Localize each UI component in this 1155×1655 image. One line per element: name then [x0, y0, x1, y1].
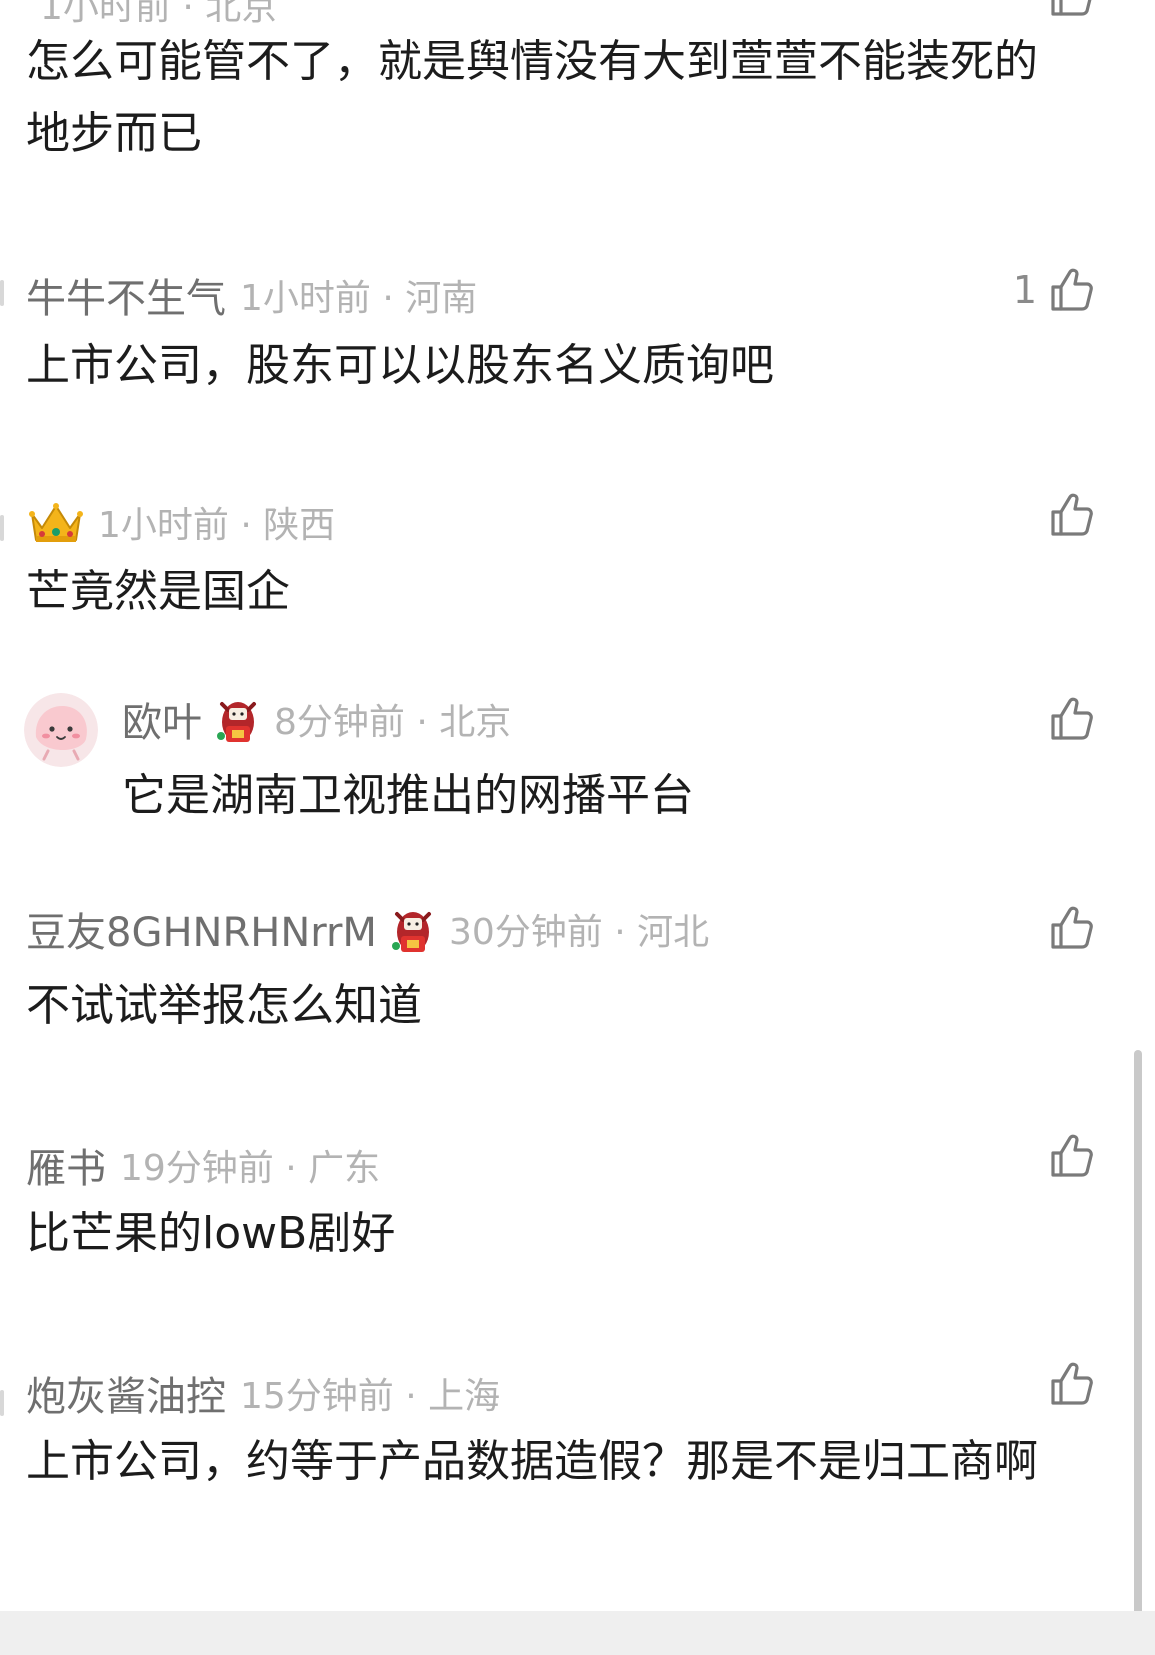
separator: ·	[285, 1148, 297, 1189]
comment-meta: 1小时前 · 陕西	[28, 496, 335, 548]
comment-text: 上市公司，股东可以以股东名义质询吧	[26, 340, 774, 391]
scrollbar[interactable]	[1134, 1050, 1142, 1655]
separator: ·	[382, 278, 394, 319]
comment-text: 芒竟然是国企	[26, 566, 290, 617]
comment-meta: 牛牛不生气 1小时前 · 河南	[26, 266, 477, 324]
separator: ·	[405, 1376, 417, 1417]
location: 北京	[439, 702, 512, 743]
separator: ·	[182, 0, 194, 28]
thumbs-up-icon	[1047, 1131, 1097, 1181]
thumbs-up-icon	[1047, 0, 1097, 20]
like-button[interactable]	[1037, 1131, 1097, 1181]
location: 北京	[205, 0, 278, 28]
bull-badge-icon	[391, 912, 431, 952]
username[interactable]: 豆友8GHNRHNrrM	[26, 900, 377, 958]
like-button[interactable]	[1037, 903, 1097, 953]
like-button[interactable]	[1037, 1359, 1097, 1409]
comment-meta: 欧叶 8分钟前 · 北京	[122, 690, 511, 748]
time-location: 1小时前 · 陕西	[98, 496, 335, 548]
location: 广东	[308, 1148, 381, 1189]
like-button[interactable]	[1037, 694, 1097, 744]
comment-text: 上市公司，约等于产品数据造假？那是不是归工商啊	[26, 1436, 1038, 1487]
time: 1小时前	[40, 0, 171, 28]
time: 8分钟前	[274, 702, 405, 743]
time: 30分钟前	[448, 912, 603, 953]
comment-text: 怎么可能管不了，就是舆情没有大到萱萱不能装死的地步而已	[26, 36, 1038, 159]
like-button[interactable]	[1037, 490, 1097, 540]
username[interactable]: 炮灰酱油控	[26, 1364, 226, 1422]
like-button[interactable]	[1037, 0, 1097, 20]
comment-meta: 炮灰酱油控 15分钟前 · 上海	[26, 1364, 500, 1422]
time-location: 8分钟前 · 北京	[274, 693, 511, 745]
like-button[interactable]: 1	[1013, 265, 1097, 315]
location: 上海	[428, 1376, 501, 1417]
location: 河南	[405, 278, 478, 319]
thumbs-up-icon	[1047, 1359, 1097, 1409]
separator: ·	[240, 505, 252, 546]
time-location: 1小时前 · 河南	[240, 269, 477, 321]
bull-badge-icon	[217, 702, 256, 742]
scroll-edge-marker	[0, 1390, 4, 1416]
time: 1小时前	[240, 278, 371, 319]
comment-text: 不试试举报怎么知道	[26, 980, 422, 1031]
comment-text: 它是湖南卫视推出的网播平台	[122, 770, 694, 821]
scroll-edge-marker	[0, 515, 4, 541]
like-count: 1	[1012, 268, 1037, 312]
separator: ·	[416, 702, 428, 743]
time-location: 30分钟前 · 河北	[449, 903, 709, 955]
thumbs-up-icon	[1047, 903, 1097, 953]
thumbs-up-icon	[1047, 490, 1097, 540]
bottom-bar	[0, 1611, 1155, 1655]
crown-icon	[29, 503, 83, 542]
location: 河北	[637, 912, 710, 953]
comment-meta: 雁书 19分钟前 · 广东	[26, 1136, 380, 1194]
username[interactable]: 雁书	[26, 1136, 106, 1194]
location: 陕西	[263, 505, 336, 546]
scroll-edge-marker	[0, 280, 4, 306]
comment-text: 比芒果的lowB剧好	[26, 1208, 396, 1259]
user-avatar[interactable]	[24, 693, 98, 767]
thumbs-up-icon	[1047, 694, 1097, 744]
time-location: 19分钟前 · 广东	[120, 1139, 380, 1191]
thumbs-up-icon	[1047, 265, 1097, 315]
username[interactable]: 欧叶	[122, 690, 202, 748]
time: 19分钟前	[120, 1148, 274, 1189]
username[interactable]: 牛牛不生气	[26, 266, 226, 324]
time: 15分钟前	[240, 1376, 394, 1417]
separator: ·	[614, 912, 626, 953]
time: 1小时前	[98, 505, 229, 546]
comment-meta: 豆友8GHNRHNrrM 30分钟前 · 河北	[26, 900, 709, 958]
time-location: 15分钟前 · 上海	[240, 1367, 500, 1419]
